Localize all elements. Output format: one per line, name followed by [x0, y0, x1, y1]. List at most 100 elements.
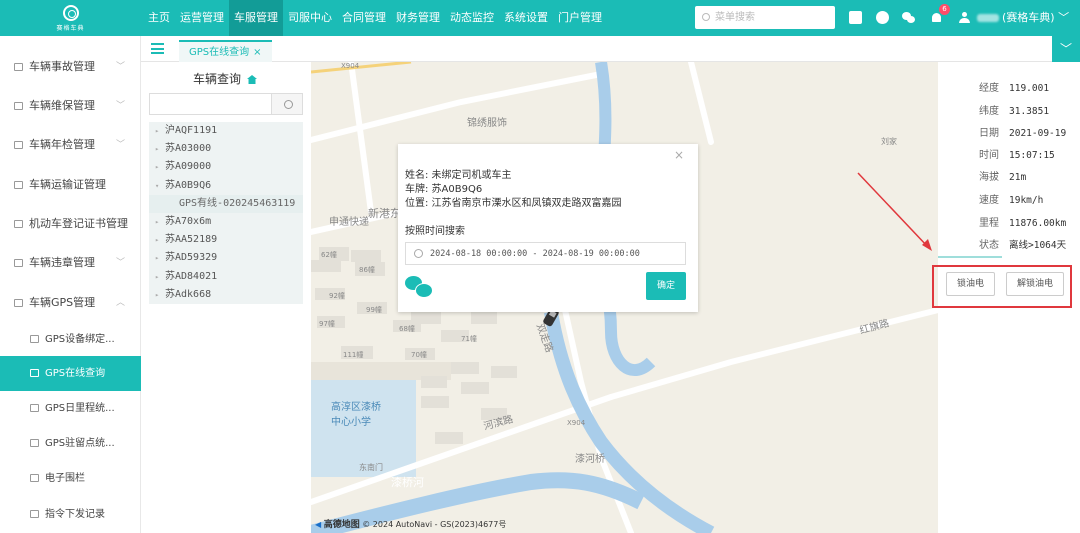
tree-node[interactable]: ▸ 苏A09000	[149, 158, 303, 176]
tree-expand-icon[interactable]: ▸	[155, 268, 165, 286]
sidebar-item-1[interactable]: 车辆维保管理 ﹀	[0, 87, 141, 125]
nav-item-5[interactable]: 财务管理	[391, 0, 445, 36]
confirm-button[interactable]: 确定	[646, 272, 686, 300]
plus-circle-icon[interactable]	[876, 11, 889, 24]
nav-item-7[interactable]: 系统设置	[499, 0, 553, 36]
tree-node[interactable]: ▸ 苏A70x6m	[149, 213, 303, 231]
status-row: 纬度 31.3851	[938, 101, 1080, 123]
tree-title-text: 车辆查询	[193, 72, 242, 86]
tree-expand-icon[interactable]: ▸	[155, 231, 165, 249]
sidebar-subitem-0[interactable]: GPS设备绑定...	[0, 322, 141, 357]
sidebar-item-label: 机动车登记证书管理	[29, 217, 128, 230]
sidebar: 车辆事故管理 ﹀ 车辆维保管理 ﹀ 车辆年检管理 ﹀ 车辆运输证管理 机动车登记证书管理 车辆违…	[0, 36, 141, 533]
sidebar-subitem-2[interactable]: GPS日里程统...	[0, 391, 141, 426]
tree-node[interactable]: GPS有线-020245463119	[149, 194, 303, 213]
tab-gps-online[interactable]: GPS在线查询 ×	[179, 40, 272, 62]
popup-close-icon[interactable]: ×	[674, 148, 684, 162]
sidebar-item-5[interactable]: 车辆违章管理 ﹀	[0, 244, 141, 282]
tree-node[interactable]: ▸ 苏AD84021	[149, 268, 303, 286]
logo[interactable]: 赛格车典	[0, 0, 141, 36]
status-value: 2021-09-19	[1009, 128, 1067, 139]
folder-icon	[14, 299, 23, 307]
popup-name: 姓名: 未绑定司机或车主	[405, 170, 512, 181]
status-row: 速度 19km/h	[938, 190, 1080, 212]
amap-brand: 高德地图	[323, 520, 360, 530]
folder-icon	[14, 220, 23, 228]
status-label: 时间	[979, 150, 999, 161]
map-label-qiqiao-river: 漆桥河	[391, 476, 424, 489]
status-value: 11876.00km	[1009, 218, 1067, 229]
date-range-picker[interactable]: 2024-08-18 00:00:00 - 2024-08-19 00:00:0…	[405, 242, 686, 265]
menu-search-placeholder: 菜单搜索	[715, 12, 755, 23]
menu-toggle-icon[interactable]	[151, 43, 164, 54]
sidebar-subitem-4[interactable]: 电子围栏	[0, 461, 141, 496]
nav-item-8[interactable]: 门户管理	[553, 0, 607, 36]
popup-search-title: 按照时间搜索	[405, 226, 465, 237]
tree-expand-icon[interactable]: ▸	[155, 286, 165, 304]
user-icon[interactable]	[958, 11, 971, 24]
tree-expand-icon[interactable]: ▸	[155, 122, 165, 140]
map-attribution[interactable]: ◀ 高德地图 © 2024 AutoNavi - GS(2023)4677号	[315, 517, 506, 530]
wechat-share-icon[interactable]	[405, 276, 433, 298]
tree-expand-icon[interactable]: ▸	[155, 140, 165, 158]
nav-item-2[interactable]: 车服管理	[229, 0, 283, 36]
unlock-oil-button[interactable]: 解锁油电	[1006, 272, 1064, 296]
map-label-brocade: 锦绣服饰	[467, 118, 507, 129]
status-label: 纬度	[979, 106, 999, 117]
tree-expand-icon[interactable]: ▾	[155, 177, 165, 195]
nav-item-6[interactable]: 动态监控	[445, 0, 499, 36]
tree-expand-icon[interactable]: ▸	[155, 249, 165, 267]
nav-item-3[interactable]: 司服中心	[283, 0, 337, 36]
clipboard-icon[interactable]	[849, 11, 862, 24]
tree-node[interactable]: ▸ 苏A03000	[149, 140, 303, 158]
map-label-b92: 92幢	[329, 292, 345, 300]
status-value: 21m	[1009, 172, 1027, 183]
lock-oil-button[interactable]: 锁油电	[946, 272, 995, 296]
tree-node[interactable]: ▾ 苏A0B9Q6	[149, 177, 303, 195]
sidebar-subitem-label: GPS在线查询	[45, 368, 106, 379]
vehicle-search-button[interactable]	[271, 93, 303, 115]
nav-item-1[interactable]: 运营管理	[175, 0, 229, 36]
user-name[interactable]: (赛格车典) ﹀	[977, 0, 1069, 36]
tree-node-label: 苏AA52189	[165, 234, 218, 246]
sidebar-item-6[interactable]: 车辆GPS管理 ︿	[0, 284, 141, 322]
doc-icon	[30, 369, 39, 377]
logo-mark-icon	[62, 4, 79, 21]
tree-node[interactable]: ▸ 苏AD59329	[149, 249, 303, 267]
tree-node[interactable]: ▸ 苏Adk668	[149, 286, 303, 304]
sidebar-subitem-label: GPS驻留点统...	[45, 438, 115, 449]
doc-icon	[30, 439, 39, 447]
tree-node-label: 苏AD84021	[165, 270, 218, 282]
sidebar-subitem-5[interactable]: 指令下发记录	[0, 497, 141, 532]
map-label-b70: 70幢	[411, 351, 427, 359]
sidebar-item-0[interactable]: 车辆事故管理 ﹀	[0, 48, 141, 86]
status-row: 状态 离线>1064天	[938, 235, 1080, 257]
tab-dropdown-button[interactable]: ﹀	[1052, 36, 1080, 62]
wechat-icon[interactable]	[902, 11, 915, 24]
sidebar-item-4[interactable]: 机动车登记证书管理	[0, 205, 141, 243]
map-label-b111: 111幢	[343, 351, 364, 359]
home-icon[interactable]	[247, 75, 258, 84]
nav-item-0[interactable]: 主页	[143, 0, 175, 36]
vehicle-search-input[interactable]	[149, 93, 271, 115]
tree-node[interactable]: ▸ 苏AA52189	[149, 231, 303, 249]
clock-icon	[414, 249, 423, 258]
sidebar-item-label: 车辆年检管理	[29, 138, 95, 151]
logo-text: 赛格车典	[56, 24, 85, 32]
status-row: 日期 2021-09-19	[938, 123, 1080, 145]
chevron-icon: ﹀	[115, 62, 125, 72]
tab-label: GPS在线查询	[189, 47, 250, 58]
sidebar-item-3[interactable]: 车辆运输证管理	[0, 166, 141, 204]
tree-expand-icon[interactable]: ▸	[155, 213, 165, 231]
sidebar-item-2[interactable]: 车辆年检管理 ﹀	[0, 126, 141, 164]
tree-node[interactable]: ▸ 沪AQF1191	[149, 122, 303, 140]
folder-icon	[14, 259, 23, 267]
nav-item-4[interactable]: 合同管理	[337, 0, 391, 36]
tree-expand-icon[interactable]: ▸	[155, 158, 165, 176]
popup-location: 位置: 江苏省南京市溧水区和凤镇双走路双富嘉园	[405, 198, 622, 209]
sidebar-subitem-1[interactable]: GPS在线查询	[0, 356, 141, 391]
tab-close-icon[interactable]: ×	[253, 47, 261, 58]
menu-search-input[interactable]: 菜单搜索	[695, 6, 835, 29]
sidebar-subitem-label: 指令下发记录	[45, 509, 105, 520]
sidebar-subitem-3[interactable]: GPS驻留点统...	[0, 426, 141, 461]
